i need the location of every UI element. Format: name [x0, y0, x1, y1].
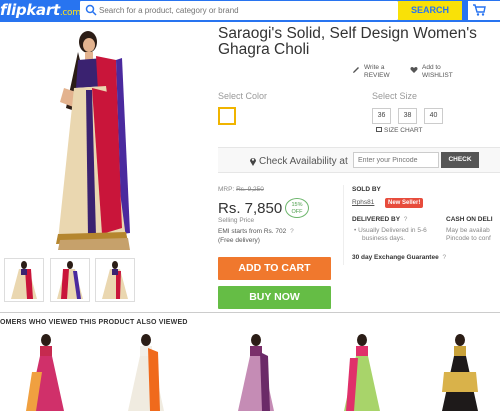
delivered-by-label: DELIVERED BY: [352, 216, 400, 223]
product-title: Saraogi's Solid, Self Design Women's Gha…: [218, 25, 477, 58]
delivery-note-text-2: business days.: [362, 235, 405, 242]
delivery-note: • Usually Delivered in 5-6 business days…: [354, 227, 427, 242]
selling-price: Rs. 7,850: [218, 200, 283, 217]
related-product-5[interactable]: [432, 332, 488, 411]
logo-text: flipkart: [0, 1, 60, 19]
exchange-row: 30 day Exchange Guarantee ?: [352, 254, 446, 262]
related-product-3[interactable]: [228, 332, 284, 411]
divider: [343, 185, 344, 265]
new-seller-badge: New Seller!: [385, 198, 424, 208]
search-input[interactable]: [99, 3, 389, 18]
exchange-label: 30 day Exchange Guarantee: [352, 254, 439, 261]
size-chart-label: SIZE CHART: [384, 127, 423, 134]
top-bar: flipkart.com SEARCH: [0, 0, 500, 22]
emi-text: EMI starts from Rs. 702: [218, 228, 287, 235]
ruler-icon: [376, 127, 382, 132]
heart-icon: [410, 67, 418, 73]
emi-row[interactable]: EMI starts from Rs. 702 ?: [218, 228, 294, 236]
discount-off: OFF: [291, 209, 303, 215]
buy-now-button[interactable]: BUY NOW: [218, 286, 331, 309]
size-option-36[interactable]: 36: [372, 108, 391, 124]
delivered-by-row: DELIVERED BY ?: [352, 216, 407, 224]
sold-by-label: SOLD BY: [352, 186, 381, 193]
write-review-label-2: REVIEW: [364, 72, 390, 79]
thumbnail-image: [11, 261, 37, 299]
free-delivery-label: (Free delivery): [218, 237, 260, 244]
also-viewed-title: OMERS WHO VIEWED THIS PRODUCT ALSO VIEWE…: [0, 319, 188, 326]
select-size-label: Select Size: [372, 91, 418, 101]
cart-button[interactable]: [468, 1, 500, 20]
search-icon: [85, 4, 97, 16]
size-option-38[interactable]: 38: [398, 108, 417, 124]
cod-label: CASH ON DELI: [446, 216, 493, 223]
cod-note: May be availab Pincode to conf: [446, 227, 491, 243]
seller-name-link[interactable]: Rphs81: [352, 199, 374, 207]
cod-note-text: May be availab: [446, 227, 490, 234]
size-chart-link[interactable]: SIZE CHART: [376, 127, 423, 134]
logo-suffix: .com: [59, 8, 81, 18]
pincode-input[interactable]: [353, 152, 439, 168]
search-box: [80, 1, 398, 20]
discount-percent: 15%: [291, 202, 303, 208]
delivery-note-text: Usually Delivered in 5-6: [358, 227, 427, 234]
mrp-row: MRP: Rs. 9,250: [218, 186, 264, 194]
thumbnail-image: [102, 261, 128, 299]
thumbnail-image: [57, 261, 83, 299]
thumbnail-3[interactable]: [95, 258, 135, 302]
product-main-image[interactable]: [56, 28, 140, 250]
delivered-help-icon[interactable]: ?: [404, 216, 408, 223]
mrp-label: MRP:: [218, 186, 235, 193]
size-option-40[interactable]: 40: [424, 108, 443, 124]
cart-icon: [473, 4, 486, 16]
search-button[interactable]: SEARCH: [398, 1, 462, 20]
location-pin-icon: [250, 158, 256, 166]
related-product-4[interactable]: [334, 332, 390, 411]
wishlist-label: Add to: [422, 64, 441, 71]
discount-badge: 15% OFF: [285, 198, 309, 218]
write-review-link[interactable]: Write a REVIEW: [352, 64, 390, 80]
check-button[interactable]: CHECK: [441, 152, 479, 168]
selling-price-label: Selling Price: [218, 217, 255, 224]
section-divider: [0, 312, 500, 313]
wishlist-label-2: WISHLIST: [422, 72, 453, 79]
check-availability-label: Check Availability at: [259, 156, 348, 167]
color-swatch[interactable]: [218, 107, 236, 125]
related-product-1[interactable]: [18, 332, 74, 411]
related-product-2[interactable]: [118, 332, 174, 411]
exchange-help-icon[interactable]: ?: [443, 254, 447, 261]
thumbnail-1[interactable]: [4, 258, 44, 302]
flipkart-logo[interactable]: flipkart.com: [0, 1, 81, 19]
cod-note-text-2: Pincode to conf: [446, 235, 491, 242]
add-to-cart-button[interactable]: ADD TO CART: [218, 257, 331, 280]
pencil-icon: [353, 67, 359, 73]
select-color-label: Select Color: [218, 91, 268, 101]
thumbnail-2[interactable]: [50, 258, 90, 302]
emi-help-icon[interactable]: ?: [290, 228, 294, 235]
wishlist-link[interactable]: Add to WISHLIST: [410, 64, 453, 80]
mrp-value: Rs. 9,250: [236, 186, 264, 193]
write-review-label: Write a: [364, 64, 385, 71]
availability-row: Check Availability at CHECK: [218, 147, 500, 173]
